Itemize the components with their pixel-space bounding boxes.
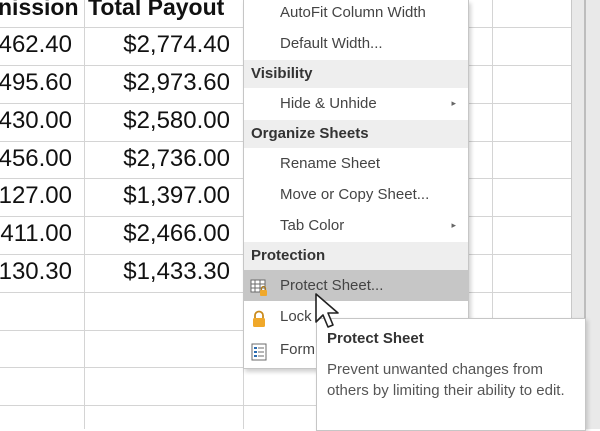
menu-item-move-or-copy-sheet[interactable]: Move or Copy Sheet...	[244, 179, 468, 210]
table-cell[interactable]: $1,397.00	[84, 177, 230, 215]
section-label: Organize Sheets	[251, 125, 369, 142]
section-header-visibility: Visibility	[244, 60, 468, 88]
column-header-total-payout[interactable]: Total Payout	[88, 0, 238, 26]
section-label: Protection	[251, 247, 326, 264]
table-cell[interactable]: 462.40	[0, 26, 72, 64]
table-cell[interactable]: $2,774.40	[84, 26, 230, 64]
tooltip-body: Prevent unwanted changes from others by …	[327, 361, 565, 399]
table-cell[interactable]: $2,580.00	[84, 102, 230, 140]
menu-item-tab-color[interactable]: Tab Color ▸	[244, 210, 468, 241]
table-cell[interactable]: $2,466.00	[84, 215, 230, 253]
submenu-arrow-icon: ▸	[451, 220, 456, 230]
menu-item-protect-sheet[interactable]: Protect Sheet...	[244, 270, 468, 301]
protect-sheet-icon	[250, 277, 268, 296]
table-cell[interactable]: 411.00	[0, 215, 72, 253]
menu-item-rename-sheet[interactable]: Rename Sheet	[244, 148, 468, 179]
menu-item-label: AutoFit Column Width	[280, 4, 426, 21]
table-cell[interactable]: $1,433.30	[84, 253, 230, 291]
table-cell[interactable]: 495.60	[0, 64, 72, 102]
mouse-pointer-icon	[314, 292, 344, 337]
menu-item-label: Move or Copy Sheet...	[280, 186, 430, 203]
lock-icon	[250, 308, 268, 327]
menu-item-label: Hide & Unhide	[280, 95, 377, 112]
submenu-arrow-icon: ▸	[451, 98, 456, 108]
menu-item-default-width[interactable]: Default Width...	[244, 28, 468, 59]
section-header-protection: Protection	[244, 242, 468, 270]
menu-item-label: Rename Sheet	[280, 155, 381, 172]
menu-item-hide-unhide[interactable]: Hide & Unhide ▸	[244, 88, 468, 119]
format-cells-icon	[250, 341, 268, 361]
tooltip-protect-sheet: Protect Sheet Prevent unwanted changes f…	[316, 318, 586, 431]
table-cell[interactable]: 127.00	[0, 177, 72, 215]
table-cell[interactable]: 456.00	[0, 140, 72, 178]
table-cell[interactable]: 130.30	[0, 253, 72, 291]
column-header-commission[interactable]: nission	[0, 0, 78, 26]
menu-item-label: Tab Color	[280, 217, 345, 234]
section-header-organize-sheets: Organize Sheets	[244, 120, 468, 148]
table-cell[interactable]: 430.00	[0, 102, 72, 140]
menu-item-label: Default Width...	[280, 35, 383, 52]
section-label: Visibility	[251, 65, 313, 82]
table-cell[interactable]: $2,736.00	[84, 140, 230, 178]
menu-item-label: Form	[280, 341, 315, 358]
menu-item-autofit-column-width[interactable]: AutoFit Column Width	[244, 0, 468, 28]
format-context-menu: AutoFit Column Width Default Width... Vi…	[243, 0, 469, 369]
table-cell[interactable]: $2,973.60	[84, 64, 230, 102]
